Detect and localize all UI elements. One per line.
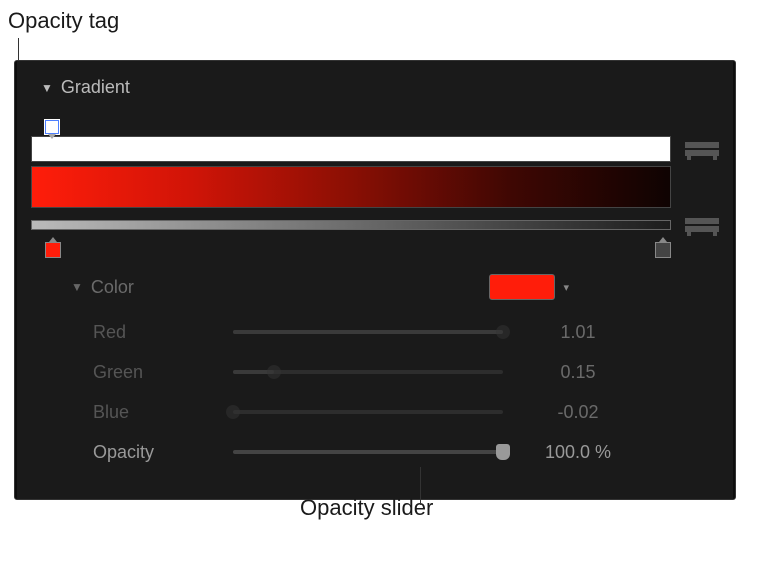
opacity-tag[interactable]	[45, 120, 59, 134]
disclosure-triangle-icon[interactable]: ▼	[41, 81, 53, 95]
opacity-gradient-bar[interactable]	[31, 136, 671, 162]
color-swatch[interactable]	[489, 274, 555, 300]
gradient-section-header[interactable]: ▼ Gradient	[41, 77, 719, 98]
color-section-header[interactable]: ▼ Color ▾	[71, 274, 719, 300]
annotation-opacity-tag: Opacity tag	[8, 8, 119, 34]
green-row: Green 0.15	[93, 352, 719, 392]
color-section: ▼ Color ▾ Red 1.01 Green	[71, 274, 719, 472]
red-row: Red 1.01	[93, 312, 719, 352]
color-tags-row	[31, 242, 719, 258]
distribution-bar[interactable]	[31, 220, 671, 230]
color-gradient-bar[interactable]	[31, 166, 671, 208]
inspector-panel-wrap: ▼ Gradient ▼ Color	[14, 60, 736, 500]
red-label: Red	[93, 322, 193, 343]
blue-value[interactable]: -0.02	[503, 402, 653, 423]
disclosure-triangle-icon[interactable]: ▼	[71, 280, 83, 294]
green-value[interactable]: 0.15	[503, 362, 653, 383]
color-label: Color	[91, 277, 134, 298]
opacity-slider[interactable]	[233, 442, 503, 462]
distribution-row	[31, 212, 719, 238]
opacity-value[interactable]: 100.0 %	[503, 442, 653, 463]
color-gradient-row	[31, 166, 719, 208]
opacity-row: Opacity 100.0 %	[93, 432, 719, 472]
gradient-color-stop-right[interactable]	[655, 242, 671, 258]
green-label: Green	[93, 362, 193, 383]
blue-label: Blue	[93, 402, 193, 423]
blue-slider[interactable]	[233, 402, 503, 422]
green-slider[interactable]	[233, 362, 503, 382]
opacity-stops-edit-icon[interactable]	[685, 136, 719, 162]
section-title: Gradient	[61, 77, 130, 98]
red-value[interactable]: 1.01	[503, 322, 653, 343]
inspector-panel: ▼ Gradient ▼ Color	[17, 61, 733, 499]
red-slider[interactable]	[233, 322, 503, 342]
chevron-down-icon[interactable]: ▾	[563, 281, 569, 294]
blue-row: Blue -0.02	[93, 392, 719, 432]
color-stops-edit-icon[interactable]	[685, 212, 719, 238]
annotation-opacity-slider: Opacity slider	[300, 495, 433, 521]
opacity-gradient-row	[31, 136, 719, 162]
opacity-label: Opacity	[93, 442, 193, 463]
gradient-color-stop-left[interactable]	[45, 242, 61, 258]
